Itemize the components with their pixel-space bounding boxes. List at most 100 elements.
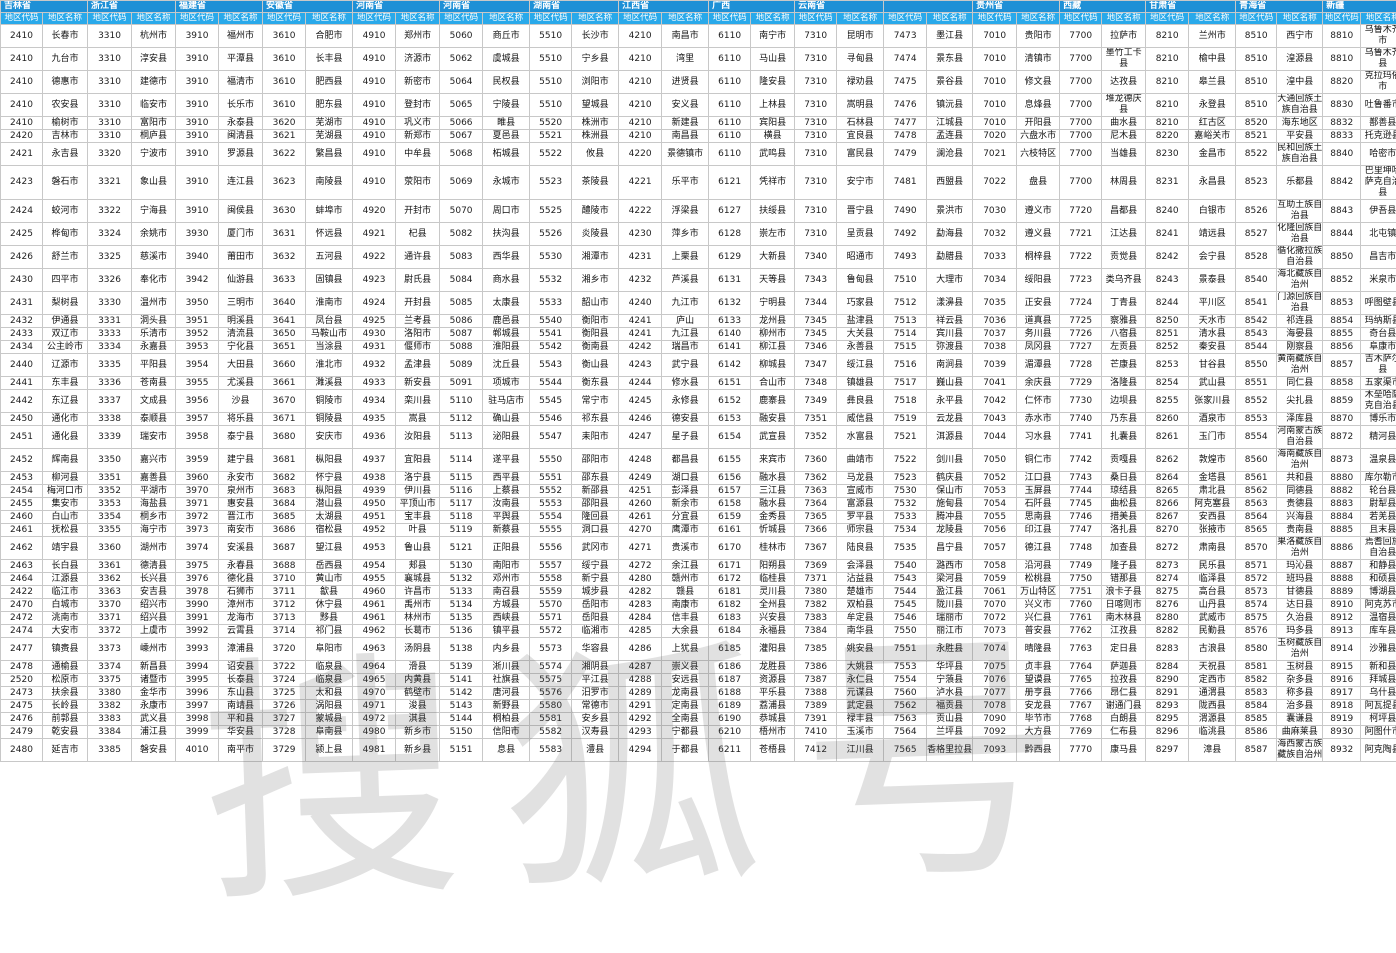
region-code-cell: 8572 [1236, 573, 1277, 586]
region-name-cell: 开阳县 [1017, 117, 1060, 130]
region-name-cell: 夏邑县 [483, 130, 530, 143]
region-code-cell: 7477 [884, 117, 927, 130]
region-code-cell: 4293 [619, 726, 662, 739]
region-code-cell: 4972 [353, 713, 396, 726]
region-name-cell: 绍兴市 [132, 599, 176, 612]
region-code-cell: 3622 [263, 143, 306, 166]
region-name-cell: 山丹县 [1189, 599, 1236, 612]
region-code-cell: 4280 [619, 573, 662, 586]
region-name-cell: 德江县 [1017, 537, 1060, 560]
region-code-cell: 7310 [795, 223, 837, 246]
region-name-cell: 马龙县 [837, 472, 884, 485]
region-name-cell: 水富县 [837, 426, 884, 449]
region-name-cell: 忻城县 [751, 524, 795, 537]
region-code-cell: 5510 [530, 71, 572, 94]
region-code-cell: 2422 [1, 586, 43, 599]
region-name-cell: 晋宁县 [837, 200, 884, 223]
region-name-cell: 古浪县 [1189, 638, 1236, 661]
table-row: 2477镇赉县3373嵊州市3993漳浦县3720阜阳市4963汤阴县5138内… [1, 638, 1396, 661]
region-code-cell: 8820 [1323, 71, 1361, 94]
table-row: 2520松原市3375诸暨市3995长泰县3724临泉县4965内黄县5141社… [1, 674, 1396, 687]
region-code-cell: 4938 [353, 472, 396, 485]
region-name-cell: 宁波市 [132, 143, 176, 166]
region-code-cell: 8527 [1236, 223, 1277, 246]
region-name-cell: 上蔡县 [483, 485, 530, 498]
region-name-cell: 赤水市 [1017, 413, 1060, 426]
region-code-cell: 8575 [1236, 612, 1277, 625]
region-code-cell: 3610 [263, 94, 306, 117]
region-code-cell: 4954 [353, 560, 396, 573]
region-code-cell: 6157 [709, 485, 751, 498]
region-code-cell: 5082 [440, 223, 483, 246]
region-code-cell: 4210 [619, 71, 662, 94]
column-header-name: 地区名称 [1017, 13, 1060, 25]
region-name-cell: 东丰县 [43, 377, 88, 390]
region-code-cell: 3910 [176, 48, 219, 71]
table-row: 2442东辽县3337文成县3956沙县3670铜陵市4934栾川县5110驻马… [1, 390, 1396, 413]
region-code-cell: 7391 [795, 713, 837, 726]
column-header-code: 地区代码 [1146, 13, 1189, 25]
region-name-cell: 通许县 [396, 246, 440, 269]
region-code-cell: 6140 [709, 328, 751, 341]
region-name-cell: 嘉峪关市 [1189, 130, 1236, 143]
region-name-cell: 道真县 [1017, 315, 1060, 328]
region-code-cell: 3970 [176, 485, 219, 498]
region-name-cell: 乾安县 [43, 726, 88, 739]
region-name-cell: 安龙县 [1017, 700, 1060, 713]
region-code-cell: 8553 [1236, 413, 1277, 426]
region-code-cell: 5541 [530, 328, 572, 341]
region-name-cell: 余庆县 [1017, 377, 1060, 390]
region-code-cell: 4935 [353, 413, 396, 426]
region-code-cell: 7383 [795, 612, 837, 625]
region-name-cell: 正阳县 [483, 537, 530, 560]
region-name-cell: 清水县 [1189, 328, 1236, 341]
region-name-cell: 永吉县 [43, 143, 88, 166]
region-code-cell: 4244 [619, 377, 662, 390]
region-code-cell: 8275 [1146, 586, 1189, 599]
province-header: 新疆 [1323, 1, 1396, 13]
region-name-cell: 邓州市 [483, 573, 530, 586]
region-name-cell: 温宿县 [1361, 612, 1396, 625]
region-name-cell: 新安县 [396, 377, 440, 390]
region-name-cell: 巍山县 [927, 377, 973, 390]
region-code-cell: 7522 [884, 449, 927, 472]
region-name-cell: 衡南县 [572, 341, 619, 354]
region-code-cell: 3942 [176, 269, 219, 292]
region-code-cell: 4955 [353, 573, 396, 586]
region-name-cell: 柳城县 [751, 354, 795, 377]
region-code-cell: 4939 [353, 485, 396, 498]
region-code-cell: 2470 [1, 599, 43, 612]
region-code-cell: 2423 [1, 166, 43, 200]
province-header: 云南省 [795, 1, 884, 13]
table-body: 2410长春市3310杭州市3910福州市3610合肥市4910郑州市5060商… [1, 25, 1396, 762]
region-code-cell: 7562 [884, 700, 927, 713]
region-name-cell: 大安市 [43, 625, 88, 638]
table-row: 2434公主岭市3334永嘉县3953宁化县3651当涂县4931偃师市5088… [1, 341, 1396, 354]
table-row: 2461抚松县3355海宁市3973南安市3686宿松县4952叶县5119新蔡… [1, 524, 1396, 537]
column-header-code: 地区代码 [263, 13, 306, 25]
region-name-cell: 沙雅县 [1361, 638, 1396, 661]
region-code-cell: 7726 [1060, 328, 1102, 341]
region-code-cell: 7741 [1060, 426, 1102, 449]
region-name-cell: 南阳市 [483, 560, 530, 573]
region-code-cell: 8561 [1236, 472, 1277, 485]
region-code-cell: 8551 [1236, 377, 1277, 390]
region-name-cell: 合山市 [751, 377, 795, 390]
region-code-cell: 8264 [1146, 472, 1189, 485]
region-name-cell: 福贡县 [927, 700, 973, 713]
region-code-cell: 2475 [1, 700, 43, 713]
region-code-cell: 2425 [1, 223, 43, 246]
region-name-cell: 秦安县 [1189, 341, 1236, 354]
region-code-cell: 3728 [263, 726, 306, 739]
region-code-cell: 4241 [619, 328, 662, 341]
region-code-cell: 3330 [88, 292, 132, 315]
region-code-cell: 4221 [619, 166, 662, 200]
region-code-cell: 7310 [795, 94, 837, 117]
region-name-cell: 会宁县 [1189, 246, 1236, 269]
region-name-cell: 剑川县 [927, 449, 973, 472]
region-name-cell: 景泰县 [1189, 269, 1236, 292]
region-code-cell: 6172 [709, 573, 751, 586]
region-code-cell: 3975 [176, 560, 219, 573]
region-name-cell: 西宁市 [1277, 25, 1323, 48]
region-name-cell: 拜城县 [1361, 674, 1396, 687]
